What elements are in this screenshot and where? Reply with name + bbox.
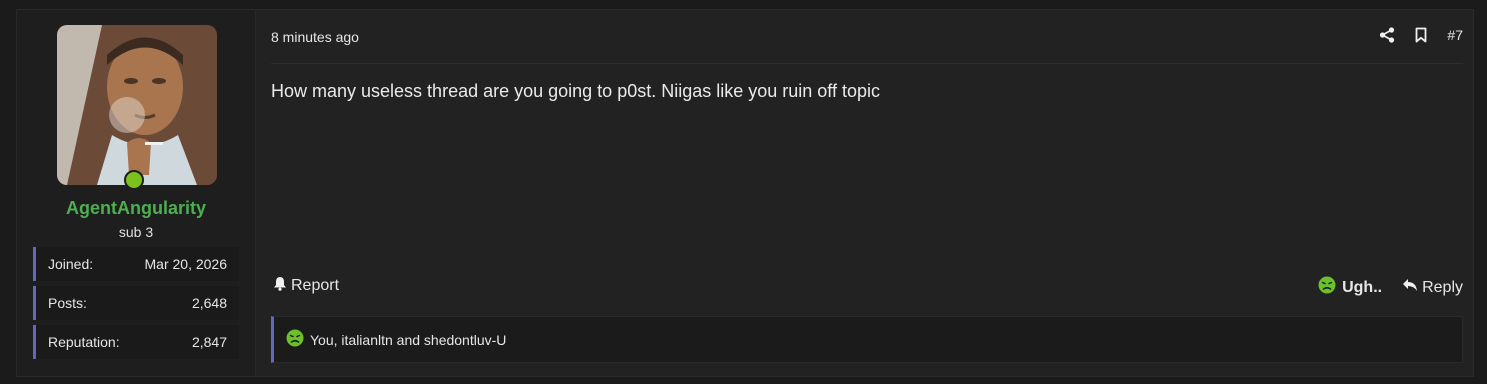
report-button[interactable]: Report <box>273 276 339 296</box>
stat-label: Joined: <box>48 256 94 272</box>
report-label: Report <box>291 277 340 294</box>
stat-posts: Posts: 2,648 <box>33 286 239 320</box>
stat-label: Reputation: <box>48 334 120 350</box>
online-status-indicator <box>124 170 144 190</box>
post-container: AgentAngularity sub 3 Joined: Mar 20, 20… <box>16 9 1474 377</box>
stat-joined: Joined: Mar 20, 2026 <box>33 247 239 281</box>
sick-face-icon <box>286 329 304 350</box>
reply-label: Reply <box>1422 278 1463 296</box>
sick-face-icon <box>1318 276 1336 299</box>
bell-icon <box>273 276 287 296</box>
share-icon[interactable] <box>1379 27 1395 43</box>
header-divider <box>271 63 1463 64</box>
post-body: How many useless thread are you going to… <box>271 81 880 101</box>
stat-value: 2,847 <box>191 334 227 350</box>
user-info-panel: AgentAngularity sub 3 Joined: Mar 20, 20… <box>17 10 256 376</box>
stat-label: Posts: <box>48 295 87 311</box>
post-header-actions: #7 <box>1379 27 1463 43</box>
reply-arrow-icon <box>1402 278 1418 297</box>
avatar-image <box>57 25 217 185</box>
bookmark-icon[interactable] <box>1413 27 1429 43</box>
post-footer-actions: Ugh.. Reply <box>1318 276 1463 299</box>
reaction-button[interactable]: Ugh.. <box>1318 276 1382 299</box>
reaction-label: Ugh.. <box>1342 278 1383 296</box>
stat-value: Mar 20, 2026 <box>144 256 228 272</box>
stat-reputation: Reputation: 2,847 <box>33 325 239 359</box>
reactions-summary-bar[interactable]: You, italianltn and shedontluv-U <box>271 316 1463 363</box>
username[interactable]: AgentAngularity <box>17 198 255 219</box>
post-timestamp[interactable]: 8 minutes ago <box>271 29 359 45</box>
stat-value: 2,648 <box>191 295 227 311</box>
user-title: sub 3 <box>118 224 154 240</box>
reactions-summary-text[interactable]: You, italianltn and shedontluv-U <box>310 332 506 348</box>
avatar[interactable] <box>57 25 217 185</box>
post-number-link[interactable]: #7 <box>1447 27 1463 43</box>
post-main: 8 minutes ago #7 How many useless thread… <box>255 10 1473 376</box>
reply-button[interactable]: Reply <box>1402 278 1463 297</box>
